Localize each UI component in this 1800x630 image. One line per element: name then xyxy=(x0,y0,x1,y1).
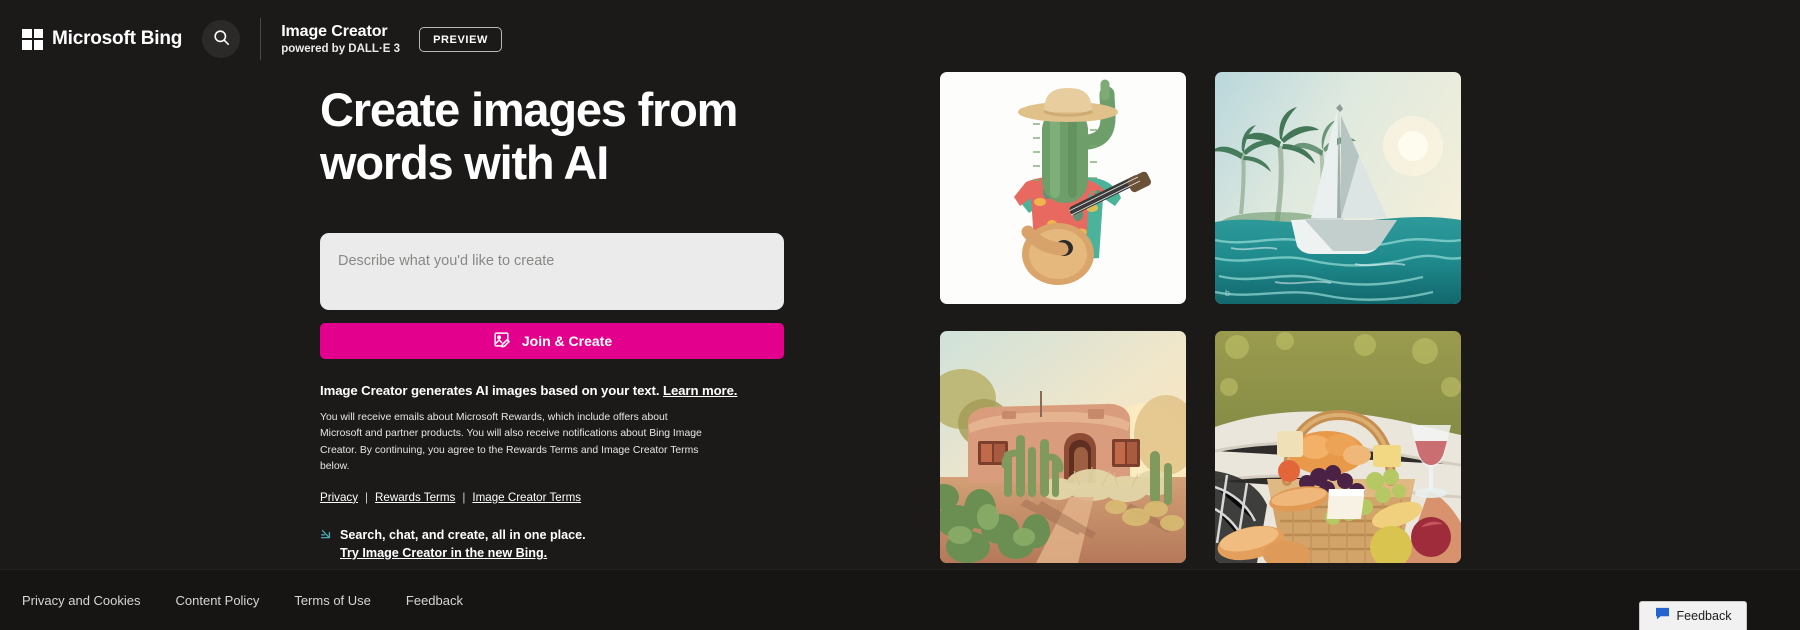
product-identity: Image Creator powered by DALL·E 3 xyxy=(281,23,400,56)
search-icon xyxy=(212,28,231,50)
microsoft-logo-icon xyxy=(22,28,43,50)
picnic-basket-image[interactable] xyxy=(1215,331,1461,563)
join-and-create-label: Join & Create xyxy=(521,333,613,350)
product-title: Image Creator xyxy=(281,22,388,40)
preview-badge[interactable]: PREVIEW xyxy=(419,26,502,52)
terms-separator-1: | xyxy=(365,490,369,504)
terms-link-row: Privacy | Rewards Terms | Image Creator … xyxy=(320,491,790,504)
new-bing-promo: Search, chat, and create, all in one pla… xyxy=(320,526,790,563)
product-subtitle: powered by DALL·E 3 xyxy=(281,42,401,55)
microsoft-bing-logo[interactable]: Microsoft Bing xyxy=(22,28,182,50)
sparkle-arrow-icon xyxy=(320,528,333,546)
join-and-create-button[interactable]: Join & Create xyxy=(320,323,784,360)
svg-text:b: b xyxy=(1225,288,1230,298)
try-new-bing-link[interactable]: Try Image Creator in the new Bing. xyxy=(340,546,547,560)
feedback-widget-button[interactable]: Feedback xyxy=(1639,601,1747,630)
bing-wordmark: Microsoft Bing xyxy=(52,28,183,49)
page-title: Create images from words with AI xyxy=(320,83,738,189)
page-footer: Privacy and Cookies Content Policy Terms… xyxy=(0,569,1800,630)
image-creator-terms-link[interactable]: Image Creator Terms xyxy=(472,491,581,504)
footer-link-content-policy[interactable]: Content Policy xyxy=(176,593,260,608)
footer-link-feedback[interactable]: Feedback xyxy=(406,593,463,608)
app-header: Microsoft Bing Image Creator powered by … xyxy=(0,0,1800,78)
terms-separator-2: | xyxy=(462,490,466,504)
cactus-guitar-image[interactable] xyxy=(940,72,1186,304)
footer-link-privacy-and-cookies[interactable]: Privacy and Cookies xyxy=(22,593,141,608)
prompt-input[interactable] xyxy=(320,233,784,311)
promo-text-block: Search, chat, and create, all in one pla… xyxy=(340,526,586,563)
header-divider xyxy=(260,18,262,60)
page-stage: Microsoft Bing Image Creator powered by … xyxy=(0,0,1800,630)
privacy-link[interactable]: Privacy xyxy=(320,491,358,504)
paper-sailboat-image[interactable]: b xyxy=(1215,72,1461,304)
feedback-widget-label: Feedback xyxy=(1676,609,1732,623)
disclaimer-lead: Image Creator generates AI images based … xyxy=(320,383,660,399)
hero-column: Create images from words with AI Join & … xyxy=(320,78,790,562)
promo-line-1: Search, chat, and create, all in one pla… xyxy=(340,527,586,542)
sample-image-grid: b xyxy=(940,72,1480,563)
adobe-desert-house-image[interactable] xyxy=(940,331,1186,563)
image-edit-icon xyxy=(492,330,511,352)
search-button[interactable] xyxy=(202,20,241,58)
learn-more-link[interactable]: Learn more. xyxy=(663,383,737,398)
rewards-terms-link[interactable]: Rewards Terms xyxy=(375,491,455,504)
rewards-fineprint: You will receive emails about Microsoft … xyxy=(320,412,702,472)
footer-link-terms-of-use[interactable]: Terms of Use xyxy=(294,593,371,608)
disclaimer-headline: Image Creator generates AI images based … xyxy=(320,383,790,398)
speech-bubble-icon xyxy=(1655,607,1670,625)
